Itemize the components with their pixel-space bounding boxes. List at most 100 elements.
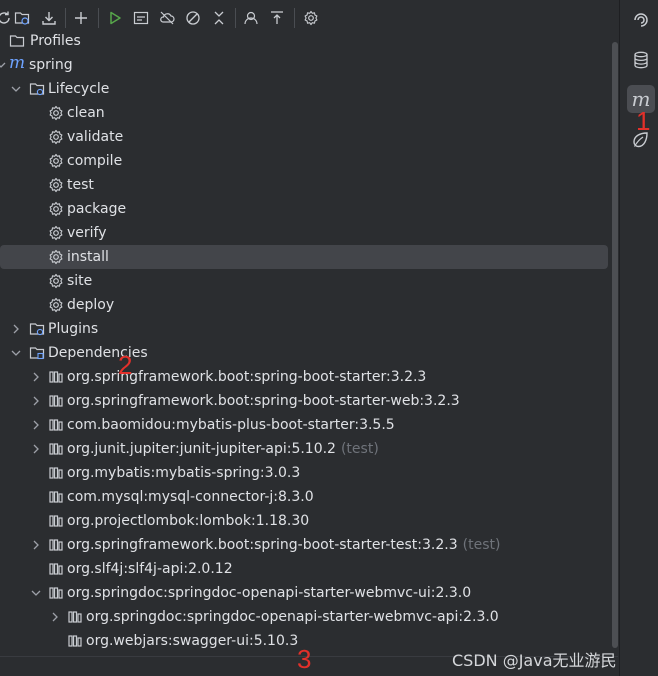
gear-icon xyxy=(48,177,64,193)
maven-project-tree: Profiles m spring Lifecycle clean validat… xyxy=(0,29,612,657)
dependency-label: org.springdoc:springdoc-openapi-starter-… xyxy=(67,585,471,601)
dependency-name: org.springdoc:springdoc-openapi-starter-… xyxy=(67,585,472,601)
lifecycle-phase-label: install xyxy=(67,249,109,265)
tree-node-profiles[interactable]: Profiles xyxy=(0,29,608,53)
chevron-right-icon[interactable] xyxy=(29,394,43,408)
lifecycle-phase-label: clean xyxy=(67,105,105,121)
library-icon xyxy=(67,609,83,625)
gear-icon xyxy=(48,297,64,313)
dependency-row[interactable]: com.mysql:mysql-connector-j:8.3.0 xyxy=(0,485,608,509)
collapse-icon[interactable] xyxy=(209,8,229,28)
dependency-label: org.projectlombok:lombok:1.18.30 xyxy=(67,513,309,529)
watermark-text: CSDN @Java无业游民 xyxy=(452,651,617,670)
dependency-row[interactable]: org.mybatis:mybatis-spring:3.0.3 xyxy=(0,461,608,485)
tree-node-label: Plugins xyxy=(48,321,99,337)
dependency-name: com.mysql:mysql-connector-j:8.3.0 xyxy=(67,489,314,505)
show-deps-icon[interactable] xyxy=(241,8,261,28)
library-icon xyxy=(48,465,64,481)
gear-icon xyxy=(48,153,64,169)
collapse-all-icon[interactable] xyxy=(267,8,287,28)
lifecycle-phase-label: verify xyxy=(67,225,107,241)
lifecycle-phase-label: validate xyxy=(67,129,124,145)
maven-project-icon: m xyxy=(8,52,26,73)
lifecycle-phase-label: package xyxy=(67,201,127,217)
chevron-down-icon[interactable] xyxy=(0,58,8,72)
lifecycle-phase-label: compile xyxy=(67,153,123,169)
profiles-folder-icon xyxy=(9,33,25,49)
chevron-right-icon[interactable] xyxy=(48,610,62,624)
skip-tests-icon[interactable] xyxy=(183,8,203,28)
dependency-label: org.webjars:swagger-ui:5.10.3 xyxy=(86,633,298,649)
chevron-right-icon[interactable] xyxy=(29,538,43,552)
lifecycle-phase-package[interactable]: package xyxy=(0,197,608,221)
tree-node-lifecycle[interactable]: Lifecycle xyxy=(0,77,608,101)
tree-node-label: Profiles xyxy=(30,33,81,49)
lifecycle-phase-compile[interactable]: compile xyxy=(0,149,608,173)
lifecycle-phase-deploy[interactable]: deploy xyxy=(0,293,608,317)
lifecycle-phase-test[interactable]: test xyxy=(0,173,608,197)
annotation-2: 2 xyxy=(118,350,133,380)
lifecycle-phase-site[interactable]: site xyxy=(0,269,608,293)
dependency-scope: (test) xyxy=(462,537,501,553)
chevron-down-icon[interactable] xyxy=(9,82,23,96)
folder-sync-icon[interactable] xyxy=(12,8,32,28)
dependency-label: org.junit.jupiter:junit-jupiter-api:5.10… xyxy=(67,441,379,457)
toolbar-separator xyxy=(235,8,236,28)
chevron-right-icon[interactable] xyxy=(9,322,23,336)
lifecycle-phase-validate[interactable]: validate xyxy=(0,125,608,149)
dependency-row[interactable]: org.junit.jupiter:junit-jupiter-api:5.10… xyxy=(0,437,608,461)
run-icon[interactable] xyxy=(105,8,125,28)
gear-icon xyxy=(48,129,64,145)
tree-vertical-scrollbar[interactable] xyxy=(612,42,618,648)
dependencies-folder-icon xyxy=(29,345,45,361)
lifecycle-phase-label: test xyxy=(67,177,94,193)
tree-node-label: Dependencies xyxy=(48,345,148,361)
dependency-name: org.mybatis:mybatis-spring:3.0.3 xyxy=(67,465,301,481)
tree-node-dependencies[interactable]: Dependencies xyxy=(0,341,608,365)
toolbar-separator xyxy=(98,8,99,28)
dependency-row[interactable]: org.springdoc:springdoc-openapi-starter-… xyxy=(0,581,608,605)
library-icon xyxy=(48,537,64,553)
library-icon xyxy=(48,417,64,433)
dependency-name: org.projectlombok:lombok:1.18.30 xyxy=(67,513,310,529)
library-icon xyxy=(48,513,64,529)
dependency-row[interactable]: com.baomidou:mybatis-plus-boot-starter:3… xyxy=(0,413,608,437)
chevron-right-icon[interactable] xyxy=(29,370,43,384)
chevron-right-icon[interactable] xyxy=(29,442,43,456)
lifecycle-phase-install[interactable]: install xyxy=(0,245,608,269)
tree-node-plugins[interactable]: Plugins xyxy=(0,317,608,341)
dependency-name: org.springframework.boot:spring-boot-sta… xyxy=(67,537,458,553)
tree-node-project[interactable]: m spring xyxy=(0,53,608,77)
download-icon[interactable] xyxy=(39,8,59,28)
gear-icon xyxy=(48,105,64,121)
dependency-row[interactable]: org.springframework.boot:spring-boot-sta… xyxy=(0,533,608,557)
settings-icon[interactable] xyxy=(301,8,321,28)
offline-icon[interactable] xyxy=(157,8,177,28)
dependency-label: com.baomidou:mybatis-plus-boot-starter:3… xyxy=(67,417,395,433)
dependency-row[interactable]: org.springdoc:springdoc-openapi-starter-… xyxy=(0,605,608,629)
dependency-row[interactable]: org.springframework.boot:spring-boot-sta… xyxy=(0,365,608,389)
notifications-icon[interactable] xyxy=(627,6,655,34)
dependency-row[interactable]: org.projectlombok:lombok:1.18.30 xyxy=(0,509,608,533)
library-icon xyxy=(48,393,64,409)
add-icon[interactable] xyxy=(71,8,91,28)
chevron-right-icon[interactable] xyxy=(29,418,43,432)
chevron-down-icon[interactable] xyxy=(29,586,43,600)
lifecycle-phase-label: deploy xyxy=(67,297,115,313)
chevron-down-icon[interactable] xyxy=(9,346,23,360)
dependency-name: org.springdoc:springdoc-openapi-starter-… xyxy=(86,609,499,625)
lifecycle-phase-verify[interactable]: verify xyxy=(0,221,608,245)
database-icon[interactable] xyxy=(627,46,655,74)
dependency-name: org.junit.jupiter:junit-jupiter-api:5.10… xyxy=(67,441,336,457)
toolbar-separator xyxy=(65,8,66,28)
dependency-name: org.slf4j:slf4j-api:2.0.12 xyxy=(67,561,233,577)
dependency-row[interactable]: org.springframework.boot:spring-boot-sta… xyxy=(0,389,608,413)
run-config-icon[interactable] xyxy=(131,8,151,28)
dependency-label: org.springframework.boot:spring-boot-sta… xyxy=(67,537,500,553)
dependency-row[interactable]: org.slf4j:slf4j-api:2.0.12 xyxy=(0,557,608,581)
lifecycle-phase-clean[interactable]: clean xyxy=(0,101,608,125)
library-icon xyxy=(48,369,64,385)
dependency-name: org.springframework.boot:spring-boot-sta… xyxy=(67,393,460,409)
dependency-label: org.slf4j:slf4j-api:2.0.12 xyxy=(67,561,233,577)
dependency-label: org.springdoc:springdoc-openapi-starter-… xyxy=(86,609,499,625)
